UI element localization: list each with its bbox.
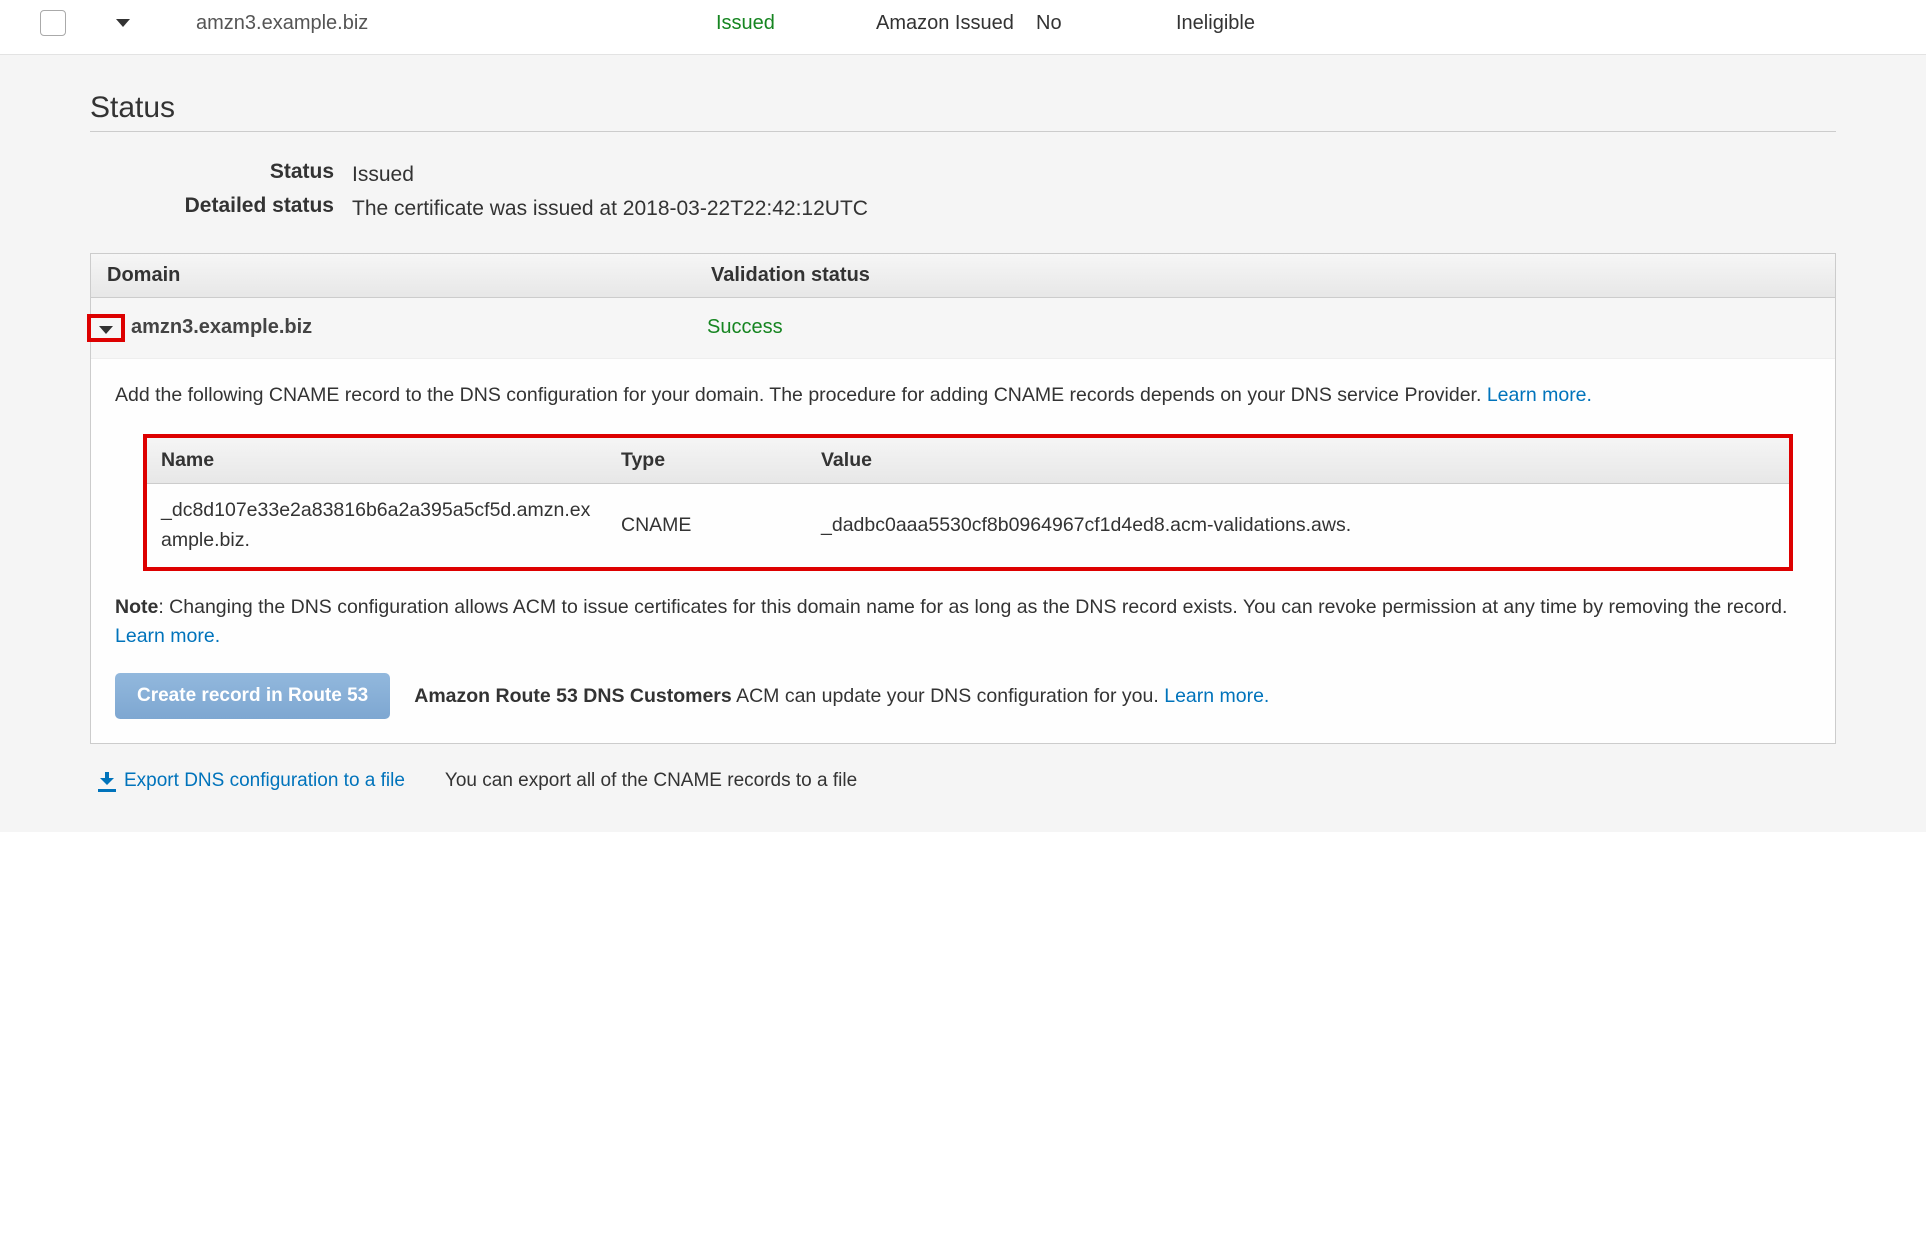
cname-table-header: Name Type Value (147, 438, 1789, 484)
note-line: Note: Changing the DNS configuration all… (115, 593, 1811, 652)
learn-more-link-2[interactable]: Learn more. (115, 625, 220, 647)
learn-more-link-3[interactable]: Learn more. (1164, 685, 1269, 707)
detailed-status-label: Detailed status (90, 194, 352, 224)
domain-name-cell: amzn3.example.biz (131, 316, 707, 339)
route53-description: Amazon Route 53 DNS Customers ACM can up… (414, 681, 1269, 712)
row-in-use: No (1036, 12, 1176, 35)
cname-header-name: Name (147, 446, 607, 475)
row-select-checkbox[interactable] (40, 10, 66, 36)
route53-row: Create record in Route 53 Amazon Route 5… (115, 673, 1811, 719)
certificate-details-panel: Status Status Issued Detailed status The… (0, 55, 1926, 832)
detailed-status-row: Detailed status The certificate was issu… (90, 194, 1836, 224)
export-row: Export DNS configuration to a file You c… (98, 770, 1836, 792)
row-expand-toggle[interactable] (116, 19, 196, 27)
detailed-status-value: The certificate was issued at 2018-03-22… (352, 194, 1836, 224)
cname-name-cell: _dc8d107e33e2a83816b6a2a395a5cf5d.amzn.e… (147, 496, 607, 555)
download-icon (98, 772, 116, 790)
cname-type-cell: CNAME (607, 511, 807, 540)
domain-row-details: Add the following CNAME record to the DN… (91, 359, 1835, 744)
status-label: Status (90, 160, 352, 190)
add-cname-text: Add the following CNAME record to the DN… (115, 384, 1487, 406)
cname-table-row: _dc8d107e33e2a83816b6a2a395a5cf5d.amzn.e… (147, 484, 1789, 567)
status-value: Issued (352, 160, 1836, 190)
chevron-down-icon (116, 19, 130, 27)
note-label: Note (115, 596, 158, 618)
header-domain: Domain (91, 264, 711, 287)
row-type: Amazon Issued (876, 11, 1036, 35)
export-dns-link[interactable]: Export DNS configuration to a file (98, 770, 405, 792)
cname-header-type: Type (607, 446, 807, 475)
cname-header-value: Value (807, 446, 1789, 475)
chevron-down-icon (99, 326, 113, 334)
route53-rest: ACM can update your DNS configuration fo… (732, 685, 1164, 707)
export-description: You can export all of the CNAME records … (445, 770, 857, 792)
domain-expand-toggle[interactable] (87, 314, 125, 342)
domain-row: amzn3.example.biz Success (91, 298, 1835, 359)
row-renewal: Ineligible (1176, 12, 1255, 35)
validation-status-cell: Success (707, 316, 783, 339)
learn-more-link[interactable]: Learn more. (1487, 384, 1592, 406)
row-domain: amzn3.example.biz (196, 12, 716, 35)
header-validation-status: Validation status (711, 264, 1835, 287)
note-text: : Changing the DNS configuration allows … (158, 596, 1787, 618)
certificate-list-row: amzn3.example.biz Issued Amazon Issued N… (0, 0, 1926, 55)
cname-value-cell: _dadbc0aaa5530cf8b0964967cf1d4ed8.acm-va… (807, 511, 1789, 540)
cname-record-table: Name Type Value _dc8d107e33e2a83816b6a2a… (143, 434, 1793, 571)
status-section-title: Status (90, 91, 1836, 132)
row-status: Issued (716, 12, 876, 35)
add-cname-instructions: Add the following CNAME record to the DN… (115, 381, 1811, 410)
domain-validation-table: Domain Validation status amzn3.example.b… (90, 253, 1836, 745)
domain-table-header: Domain Validation status (91, 254, 1835, 298)
export-link-text: Export DNS configuration to a file (124, 770, 405, 792)
status-row: Status Issued (90, 160, 1836, 190)
route53-bold: Amazon Route 53 DNS Customers (414, 685, 731, 707)
create-record-route53-button[interactable]: Create record in Route 53 (115, 673, 390, 719)
